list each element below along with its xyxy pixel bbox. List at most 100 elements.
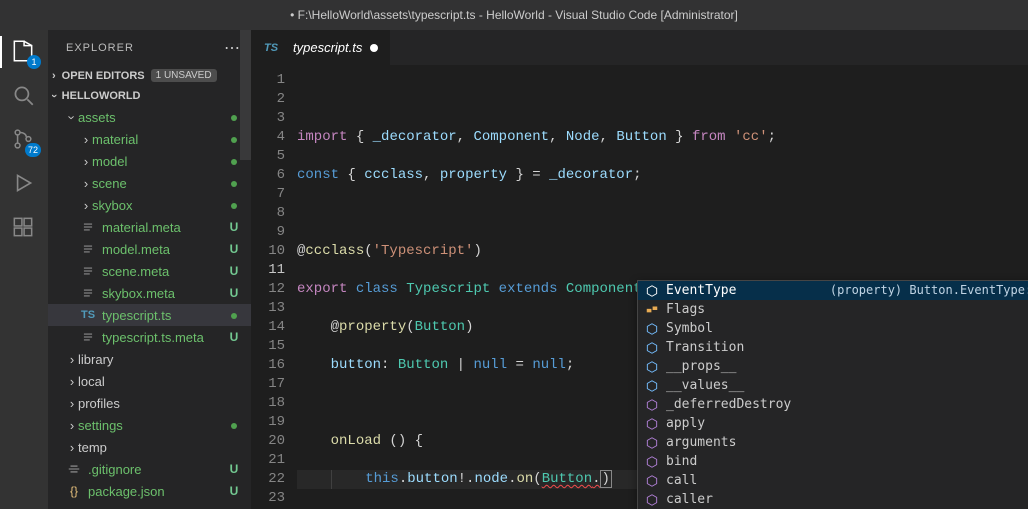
vcs-status-letter: U [227,462,241,476]
chevron-right-icon: › [80,176,92,191]
chevron-right-icon: › [80,198,92,213]
suggest-label: __values__ [666,376,744,395]
unsaved-badge: 1 UNSAVED [151,69,217,82]
var-icon [644,359,660,375]
more-icon[interactable]: ⋯ [224,38,241,58]
folder-row[interactable]: ›settings [48,414,251,436]
file-row[interactable]: model.metaU [48,238,251,260]
vcs-status-letter: U [227,484,241,498]
suggest-label: arguments [666,433,736,452]
folder-row[interactable]: ›assets [48,106,251,128]
ts-icon: TS [80,307,96,323]
folder-row[interactable]: ›scene [48,172,251,194]
chevron-right-icon: › [80,154,92,169]
folder-row[interactable]: ›local [48,370,251,392]
sidebar-scrollbar[interactable] [240,30,251,509]
search-icon[interactable] [10,82,38,110]
folder-row[interactable]: ›temp [48,436,251,458]
tree-item-label: scene.meta [102,264,227,279]
suggest-item[interactable]: Symbol [638,319,1028,338]
tree-item-label: settings [78,418,227,433]
suggest-label: apply [666,414,705,433]
method-icon [644,473,660,489]
chevron-right-icon: › [66,396,78,411]
file-row[interactable]: scene.metaU [48,260,251,282]
extensions-icon[interactable] [10,214,38,242]
file-row[interactable]: material.metaU [48,216,251,238]
chevron-right-icon: › [66,374,78,389]
scm-icon[interactable]: 72 [10,126,38,154]
enum-icon [644,283,660,299]
vcs-status-dot [227,110,241,124]
tree-item-label: skybox [92,198,227,213]
editor-tabs: TS typescript.ts [251,30,1028,65]
project-label: HELLOWORLD [62,90,141,102]
explorer-title: EXPLORER [66,42,134,54]
suggest-item[interactable]: bind [638,452,1028,471]
vcs-status-dot [227,308,241,322]
code-content[interactable]: import { _decorator, Component, Node, Bu… [297,65,1028,509]
vcs-status-letter: U [227,286,241,300]
tree-item-label: skybox.meta [102,286,227,301]
chevron-down-icon: › [48,94,60,98]
file-row[interactable]: TStypescript.ts [48,304,251,326]
open-editors-label: OPEN EDITORS [62,70,145,82]
file-tree[interactable]: ›assets›material›model›scene›skyboxmater… [48,106,251,509]
project-section[interactable]: › HELLOWORLD [48,86,251,106]
tree-item-label: model.meta [102,242,227,257]
file-row[interactable]: .gitignoreU [48,458,251,480]
tree-item-label: profiles [78,396,227,411]
suggest-item[interactable]: Transition [638,338,1028,357]
explorer-icon[interactable]: 1 [10,38,38,66]
file-row[interactable]: {} package.jsonU [48,480,251,502]
file-icon [80,285,96,301]
open-editors-section[interactable]: › OPEN EDITORS 1 UNSAVED [48,65,251,86]
var-icon [644,378,660,394]
file-row[interactable]: skybox.metaU [48,282,251,304]
tree-item-label: scene [92,176,227,191]
tree-item-label: typescript.ts.meta [102,330,227,345]
suggest-label: Symbol [666,319,713,338]
tab-label: typescript.ts [293,40,362,55]
suggest-label: Transition [666,338,744,357]
suggest-item[interactable]: apply [638,414,1028,433]
editor-scroll[interactable]: 1234567891011121314151617181920212223 im… [251,65,1028,509]
chevron-down-icon: › [65,111,80,123]
method-icon [644,492,660,508]
suggest-item[interactable]: _deferredDestroy [638,395,1028,414]
file-icon [80,241,96,257]
folder-row[interactable]: ›library [48,348,251,370]
suggest-item[interactable]: arguments [638,433,1028,452]
vcs-status-letter: U [227,264,241,278]
suggest-item[interactable]: call [638,471,1028,490]
folder-row[interactable]: ›material [48,128,251,150]
vcs-status-letter: U [227,220,241,234]
suggest-item[interactable]: caller [638,490,1028,509]
file-row[interactable]: typescript.ts.metaU [48,326,251,348]
tree-item-label: package.json [88,484,227,499]
vcs-status-dot [227,132,241,146]
suggest-label: bind [666,452,697,471]
folder-row[interactable]: ›profiles [48,392,251,414]
suggest-item[interactable]: EventType(property) Button.EventType: ty… [638,281,1028,300]
window-title: • F:\HelloWorld\assets\typescript.ts - H… [290,8,738,22]
suggest-item[interactable]: __props__ [638,357,1028,376]
json-icon: {} [66,483,82,499]
debug-icon[interactable] [10,170,38,198]
titlebar: • F:\HelloWorld\assets\typescript.ts - H… [0,0,1028,30]
ts-icon: TS [263,40,279,56]
vcs-status-letter: U [227,330,241,344]
field-icon [644,302,660,318]
chevron-right-icon: › [66,418,78,433]
suggest-label: _deferredDestroy [666,395,791,414]
tab-typescript[interactable]: TS typescript.ts [251,30,391,65]
vcs-status-dot [227,418,241,432]
folder-row[interactable]: ›skybox [48,194,251,216]
suggest-item[interactable]: __values__ [638,376,1028,395]
tree-item-label: temp [78,440,227,455]
suggest-item[interactable]: Flags [638,300,1028,319]
chevron-right-icon: › [66,352,78,367]
suggest-widget[interactable]: EventType(property) Button.EventType: ty… [637,280,1028,509]
enum-icon [644,340,660,356]
folder-row[interactable]: ›model [48,150,251,172]
